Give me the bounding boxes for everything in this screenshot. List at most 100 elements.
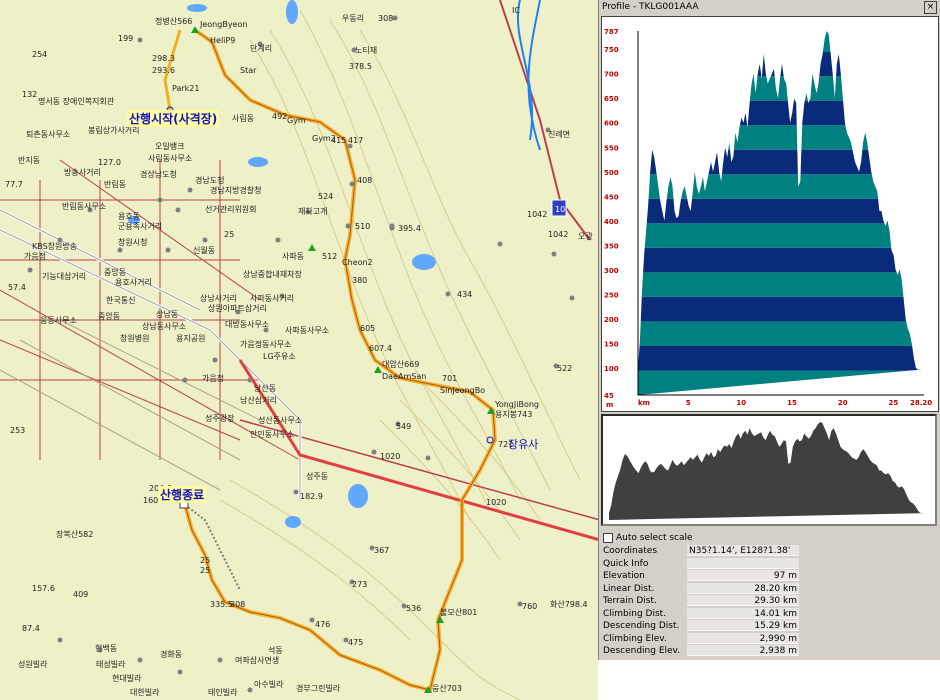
y-tick-label: 500 <box>604 169 619 177</box>
map-label: 25 <box>200 556 211 565</box>
auto-select-scale-label: Auto select scale <box>616 533 693 543</box>
map-label: JeongByeon <box>200 20 248 29</box>
x-axis-unit: km <box>638 399 650 407</box>
map-label: 노티재 <box>355 46 378 55</box>
map-label: 605 <box>360 324 376 333</box>
map-label: 378.5 <box>349 62 372 71</box>
map-label: 157.6 <box>32 584 55 593</box>
elevation-band <box>638 51 922 77</box>
close-icon[interactable]: × <box>924 1 937 14</box>
end-point-label: 산행종료 <box>158 486 207 503</box>
info-row: Descending Dist. 15.29 km <box>603 620 803 632</box>
map-label: Star <box>240 66 257 75</box>
map-label: 명서동 장애인복지회관 <box>38 97 115 106</box>
map-label: 기능대삼거리 <box>42 272 87 281</box>
overview-profile-chart[interactable] <box>601 414 937 526</box>
info-row: Climbing Elev. 2,990 m <box>603 632 803 645</box>
map-label: 태성빌라 <box>96 660 126 669</box>
map-label: 재차고개 <box>298 207 328 216</box>
info-key: Linear Dist. <box>603 583 655 594</box>
elevation-area <box>638 31 922 395</box>
elevation-band <box>638 296 922 322</box>
map-label: Park21 <box>172 84 200 93</box>
map-label: 상남동 <box>156 310 179 319</box>
svg-text:10: 10 <box>555 205 565 214</box>
info-key: Coordinates <box>603 546 658 556</box>
info-value: N35?1.14', E128?1.38' <box>687 545 799 556</box>
map-label: HeliP9 <box>210 36 236 45</box>
map-label: Gym <box>287 116 306 125</box>
map-label: 25 <box>224 230 235 239</box>
elevation-band <box>638 321 922 346</box>
elevation-band <box>638 247 922 273</box>
map-view[interactable]: 10 정병산566 JeongByeon HeliP9 단계리 Star Park21 우동… <box>0 0 598 700</box>
map-label: 한국통신 <box>106 296 136 305</box>
elevation-band <box>638 345 922 371</box>
map-label: 가음정동사무소 <box>240 340 292 349</box>
map-label: 불모산801 <box>440 608 478 617</box>
profile-window[interactable]: Profile - TKLG001AAA × 45 100 150 200 250 300… <box>598 0 940 660</box>
y-tick-label: 45 <box>604 392 614 400</box>
map-label: 409 <box>73 590 89 599</box>
map-label: 가음정 <box>202 374 225 383</box>
map-label: 522 <box>557 364 573 373</box>
y-tick-label: 300 <box>604 267 619 275</box>
map-label: 군용족사거리 <box>118 222 163 231</box>
map-label: 395.4 <box>398 224 421 233</box>
map-label: 상남동사무소 <box>142 322 187 331</box>
profile-title: Profile - TKLG001AAA <box>602 2 699 12</box>
y-tick-label: 550 <box>604 144 619 152</box>
y-tick-label: 750 <box>604 46 619 54</box>
empty-area <box>598 660 940 700</box>
map-label: 오일뱅크 <box>155 142 185 151</box>
map-label: 현백동 <box>95 644 118 653</box>
y-tick-label: 200 <box>604 316 619 324</box>
map-label: 512 <box>322 252 338 261</box>
map-label: 남산삼거리 <box>240 396 277 405</box>
map-label: 용지공원 <box>176 334 206 343</box>
y-tick-label: 600 <box>604 120 619 128</box>
map-label: LG주유소 <box>263 352 296 361</box>
map-label: 182.9 <box>300 492 323 501</box>
map-label: 상남사거리 <box>200 294 237 303</box>
info-key: Terrain Dist. <box>603 596 657 606</box>
map-label: 87.4 <box>22 624 40 633</box>
map-label: 상원아파트삼거리 <box>208 304 267 313</box>
elevation-profile-chart[interactable]: 45 100 150 200 250 300 350 400 450 500 550 600 650 70… <box>601 16 939 412</box>
map-label: 봉림상가사거리 <box>88 126 140 135</box>
map-label: 성산동사무소 <box>258 416 303 425</box>
map-label: 524 <box>318 192 334 201</box>
map-label: 중앙동 <box>98 312 121 321</box>
map-label: 1020 <box>380 452 401 461</box>
checkbox-box[interactable] <box>603 532 613 543</box>
elevation-band <box>638 272 922 297</box>
auto-select-scale-checkbox[interactable]: Auto select scale <box>603 532 693 544</box>
info-value: 2,990 m <box>687 632 799 644</box>
map-label: 308 <box>230 600 246 609</box>
map-label: 창원병원 <box>120 334 150 343</box>
map-label: 성주동 <box>306 472 329 481</box>
map-label: 창원시청 <box>118 238 148 247</box>
map-label: 석동 <box>268 646 283 655</box>
y-tick-label: 400 <box>604 218 619 226</box>
map-label: 중앙동 <box>104 268 127 277</box>
map-label: 여좌삼사면생 <box>235 656 280 665</box>
info-row: Quick Info <box>603 557 803 570</box>
map-label: 현대빌라 <box>112 674 142 683</box>
map-label: IC <box>512 6 520 15</box>
y-tick-label: 787 <box>604 28 619 36</box>
elevation-band <box>638 100 922 126</box>
map-label: SinJeongBo <box>440 386 486 395</box>
elevation-band <box>638 31 922 52</box>
map-label: 선거관리위원회 <box>205 205 257 214</box>
info-value: 2,938 m <box>687 645 799 656</box>
map-label: 남산동 <box>254 384 277 393</box>
profile-titlebar[interactable]: Profile - TKLG001AAA × <box>599 0 940 14</box>
start-point-label: 산행시작(사격장) <box>127 110 220 127</box>
map-label: 57.4 <box>8 283 26 292</box>
info-key: Climbing Dist. <box>603 608 667 619</box>
info-row: Linear Dist. 28.20 km <box>603 582 803 595</box>
map-label: 127.0 <box>98 158 121 167</box>
map-label: 태인빌라 <box>208 688 238 697</box>
y-tick-label: 150 <box>604 340 619 348</box>
